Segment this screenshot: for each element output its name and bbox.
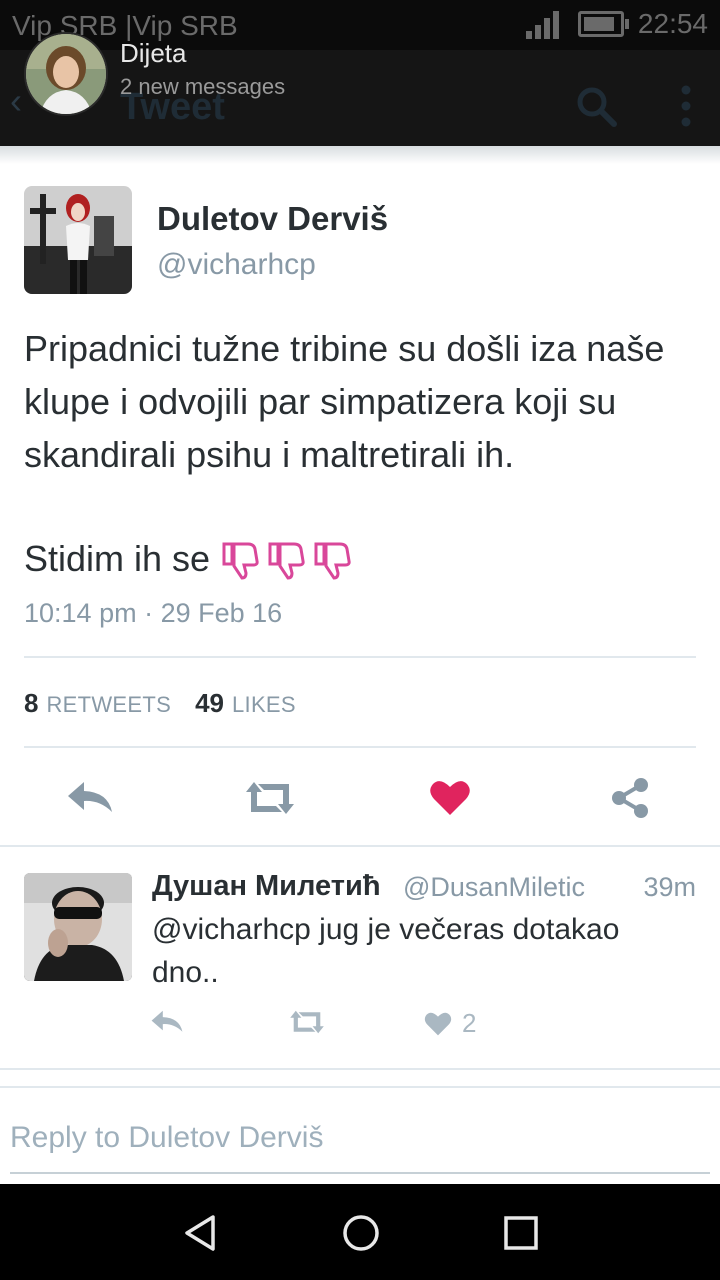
retweet-icon: [290, 1010, 324, 1034]
reply-input[interactable]: [10, 1116, 710, 1160]
reply-retweet-button[interactable]: [287, 1008, 327, 1036]
retweets-label: RETWEETS: [46, 692, 172, 717]
author-name[interactable]: Duletov Derviš: [157, 200, 388, 238]
divider: [24, 656, 696, 658]
share-button[interactable]: [600, 768, 660, 828]
nav-home-icon: [343, 1215, 379, 1251]
nav-back-button[interactable]: [176, 1208, 226, 1258]
tweet-text-stidim: Stidim ih se: [24, 538, 211, 579]
nav-recents-button[interactable]: [496, 1208, 546, 1258]
divider: [24, 746, 696, 748]
reply-author-name[interactable]: Душан Милетић: [152, 870, 381, 903]
reply-reply-button[interactable]: [150, 1008, 184, 1036]
thumbs-down-icon: [268, 542, 305, 580]
reply-author-avatar[interactable]: [24, 873, 132, 981]
reply-icon: [68, 782, 112, 812]
heads-up-notification[interactable]: Dijeta 2 new messages: [0, 32, 720, 146]
notification-title: Dijeta: [120, 38, 187, 68]
nav-back-icon: [185, 1215, 215, 1251]
status-bar: Vip SRB |Vip SRB 22:54: [0, 0, 720, 50]
reply-likes-count: 2: [462, 1008, 477, 1038]
signal-icon: [525, 11, 559, 39]
reply-icon: [151, 1010, 183, 1032]
thumbs-down-icon: [314, 542, 351, 580]
retweets-stat[interactable]: 8 RETWEETS: [24, 688, 171, 719]
likes-count: 49: [195, 688, 225, 718]
divider: [0, 1086, 720, 1088]
reply-text: @vicharhcp jug je večeras dotakao dno..: [152, 913, 620, 989]
retweet-icon: [246, 782, 294, 814]
author-avatar[interactable]: [24, 186, 132, 294]
heart-icon: [424, 1012, 452, 1035]
retweet-button[interactable]: [240, 768, 300, 828]
reply-author-handle[interactable]: @DusanMiletic: [403, 872, 585, 903]
nav-home-button[interactable]: [336, 1208, 386, 1258]
nav-recents-icon: [504, 1216, 538, 1250]
battery-icon: [577, 11, 629, 37]
notification-avatar: [24, 32, 108, 116]
author-handle[interactable]: @vicharhcp: [157, 248, 316, 282]
divider: [0, 1068, 720, 1070]
tweet-actions: [0, 768, 720, 828]
reply-like-button[interactable]: 2: [424, 1008, 476, 1039]
like-button[interactable]: [420, 768, 480, 828]
navigation-bar: [0, 1184, 720, 1280]
divider: [0, 845, 720, 847]
toolbar-shadow: [0, 146, 720, 164]
reply-time: 39m: [643, 872, 696, 902]
tweet-stats: 8 RETWEETS 49 LIKES: [24, 688, 296, 719]
reply-composer: [10, 1116, 710, 1174]
notification-subtitle: 2 new messages: [120, 74, 286, 99]
thumbs-down-emoji-group: [220, 538, 354, 580]
clock: 22:54: [637, 8, 708, 39]
likes-label: LIKES: [232, 692, 296, 717]
tweet-text: Pripadnici tužne tribine su došli iza na…: [24, 328, 665, 475]
share-icon: [612, 778, 648, 818]
tweet-text-line2: Stidim ih se: [24, 532, 354, 585]
retweets-count: 8: [24, 688, 39, 718]
tweet-timestamp: 10:14 pm · 29 Feb 16: [24, 598, 283, 628]
thumbs-down-icon: [222, 542, 259, 580]
reply-actions: 2: [0, 1008, 720, 1044]
heart-icon: [430, 781, 470, 815]
reply-button[interactable]: [60, 768, 120, 828]
likes-stat[interactable]: 49 LIKES: [195, 688, 296, 719]
